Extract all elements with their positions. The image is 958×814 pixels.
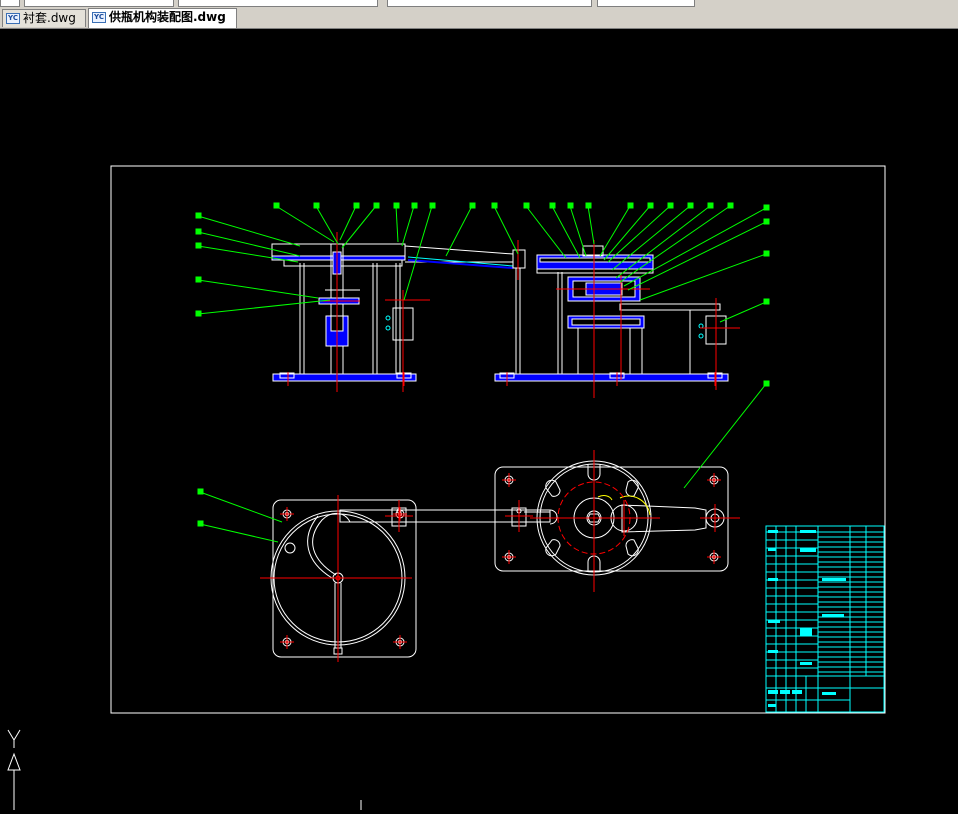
balloon-marker bbox=[353, 202, 360, 209]
document-tab-bar: YC 衬套.dwg YC 供瓶机构装配图.dwg bbox=[0, 8, 958, 29]
leader-line bbox=[199, 491, 283, 523]
tab-bushing-dwg[interactable]: YC 衬套.dwg bbox=[2, 9, 86, 27]
title-block bbox=[765, 525, 885, 713]
leader-line bbox=[551, 205, 581, 259]
leader-line bbox=[493, 205, 519, 255]
toolbar-field[interactable] bbox=[178, 0, 378, 7]
balloon-marker bbox=[763, 298, 770, 305]
balloon-marker bbox=[195, 212, 202, 219]
balloon-marker bbox=[195, 228, 202, 235]
leader-line bbox=[599, 205, 631, 257]
leader-line bbox=[199, 523, 279, 543]
leader-line bbox=[197, 215, 301, 247]
ucs-icon bbox=[7, 729, 362, 810]
tab-label: 衬套.dwg bbox=[23, 11, 76, 25]
tab-assembly-dwg[interactable]: YC 供瓶机构装配图.dwg bbox=[88, 8, 237, 28]
leader-line bbox=[525, 205, 567, 259]
balloon-marker bbox=[469, 202, 476, 209]
balloon-marker bbox=[763, 250, 770, 257]
leader-line bbox=[623, 207, 767, 287]
cad-drawing bbox=[7, 165, 886, 810]
leader-line bbox=[619, 205, 731, 283]
leader-line bbox=[683, 383, 767, 489]
leader-line bbox=[401, 205, 415, 247]
leader-line bbox=[395, 205, 399, 243]
leader-line bbox=[403, 205, 433, 301]
leader-line bbox=[275, 205, 335, 243]
top-view-left-centerlines bbox=[260, 495, 533, 662]
toolbar-field[interactable] bbox=[0, 0, 20, 7]
leader-line bbox=[603, 205, 651, 261]
balloon-marker bbox=[429, 202, 436, 209]
leader-line bbox=[339, 205, 357, 241]
tab-label: 供瓶机构装配图.dwg bbox=[109, 10, 226, 24]
leader-line bbox=[639, 253, 767, 301]
front-view bbox=[271, 243, 729, 382]
dwg-file-icon: YC bbox=[92, 12, 106, 23]
balloon-marker bbox=[763, 218, 770, 225]
leader-line bbox=[719, 301, 767, 323]
dwg-file-icon: YC bbox=[6, 13, 20, 24]
leader-line bbox=[315, 205, 339, 245]
toolbar-field[interactable] bbox=[24, 0, 174, 7]
leader-line bbox=[197, 299, 331, 315]
leader-line bbox=[587, 205, 595, 245]
balloon-marker bbox=[197, 520, 204, 527]
leader-line bbox=[341, 205, 377, 249]
balloon-marker bbox=[195, 242, 202, 249]
balloon-marker bbox=[411, 202, 418, 209]
drawing-viewport[interactable] bbox=[0, 29, 958, 810]
leader-line bbox=[197, 245, 299, 263]
leader-line bbox=[569, 205, 587, 257]
balloon-marker bbox=[195, 276, 202, 283]
drawing-frame bbox=[110, 165, 886, 714]
toolbar-field[interactable] bbox=[597, 0, 695, 7]
toolbar-field[interactable] bbox=[387, 0, 592, 7]
leader-line bbox=[445, 205, 473, 257]
